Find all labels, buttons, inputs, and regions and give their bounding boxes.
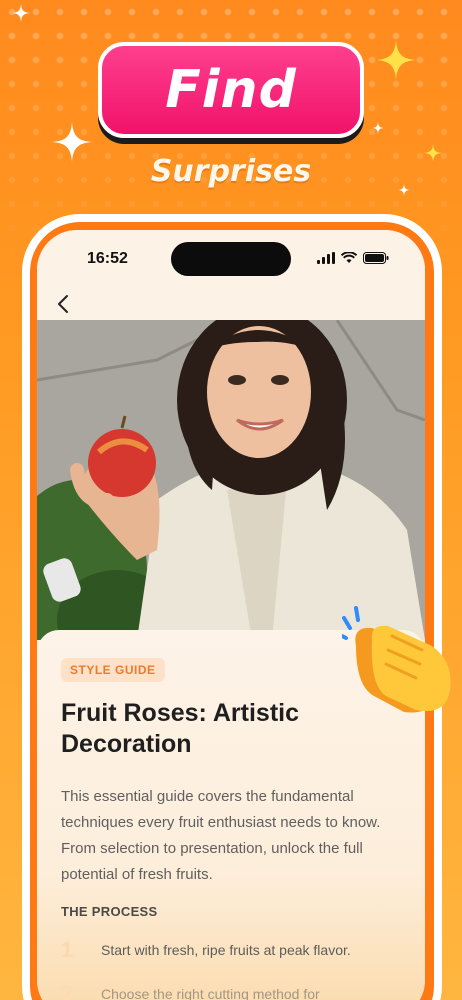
clapping-hands-icon[interactable] [342, 606, 456, 720]
sparkle-icon [12, 4, 30, 22]
wifi-icon [341, 252, 357, 263]
battery-icon [363, 252, 389, 264]
sparkle-icon [376, 40, 416, 80]
chevron-left-icon [58, 295, 68, 313]
article-photo-illustration [37, 320, 425, 640]
headline-subtitle: Surprises [150, 154, 312, 189]
section-heading: THE PROCESS [61, 904, 158, 919]
article-photo [37, 320, 425, 640]
back-button[interactable] [51, 292, 75, 316]
category-tag[interactable]: STYLE GUIDE [61, 658, 165, 682]
step-item: 1 Start with fresh, ripe fruits at peak … [61, 937, 403, 963]
signal-icon [317, 252, 335, 264]
sparkle-icon [372, 122, 384, 134]
status-time: 16:52 [87, 250, 128, 267]
step-item: 2 Choose the right cutting method for [61, 981, 403, 1000]
nav-bar [37, 288, 425, 320]
status-icons [317, 252, 389, 264]
headline-title: Find [165, 60, 297, 120]
article-intro: This essential guide covers the fundamen… [61, 788, 381, 883]
step-text: Choose the right cutting method for [101, 986, 320, 1000]
status-bar: 16:52 [37, 230, 425, 288]
headline-pill: Find [98, 42, 364, 138]
step-text: Start with fresh, ripe fruits at peak fl… [101, 942, 351, 958]
step-number: 2 [61, 981, 74, 1000]
step-number: 1 [61, 937, 74, 962]
dynamic-island [171, 242, 291, 276]
